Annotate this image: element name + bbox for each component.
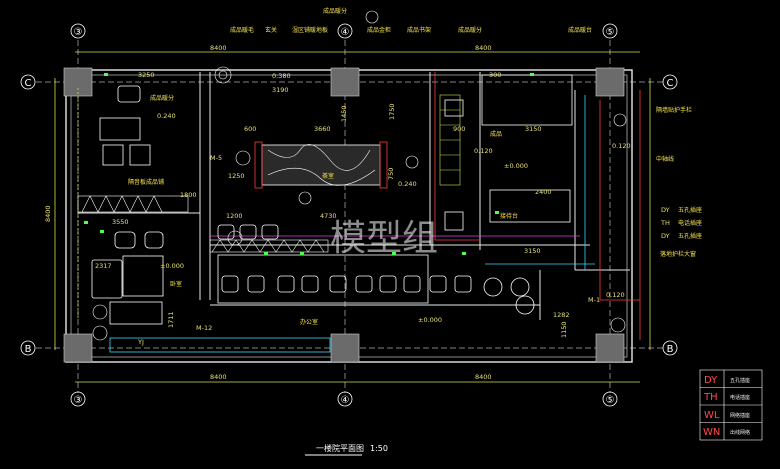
- room-tea: 茶室: [322, 172, 334, 180]
- floor-plan-svg: ③ ④ ⑤ ③ ④ ⑤ C B C B 8400 8400 8400 8400 …: [0, 0, 780, 465]
- right-code-labels: DY 五孔插座 TH 电话插座 DY 五孔插座: [660, 206, 702, 240]
- dimension-3660: 3660: [314, 125, 331, 133]
- grid-label: ④: [341, 27, 350, 38]
- dimension-2317: 2317: [95, 262, 112, 270]
- right-desc-1: 五孔插座: [678, 206, 702, 214]
- room-reception: 接待台: [500, 212, 518, 220]
- level-0120-a: 0.120: [612, 142, 631, 150]
- note-right-1: 隔墙贴护手栏: [656, 106, 692, 114]
- dimension-bottom-right: 8400: [475, 373, 492, 381]
- cad-floor-plan: ③ ④ ⑤ ③ ④ ⑤ C B C B 8400 8400 8400 8400 …: [0, 0, 780, 465]
- note-top-2: 玄关: [265, 26, 277, 34]
- dimension-left: 8400: [44, 205, 52, 222]
- legend-desc-4: 出线网络: [730, 429, 750, 436]
- note-top-6: 成品书架: [407, 26, 431, 34]
- legend-desc-1: 五孔插座: [730, 377, 750, 384]
- dimension-900: 900: [453, 125, 465, 133]
- right-code-1: DY: [661, 206, 670, 214]
- note-top-4: 成品暖分: [323, 7, 347, 15]
- legend-desc-2: 电话插座: [730, 394, 750, 401]
- note-left-3: 卧室: [170, 280, 182, 288]
- right-desc-2: 电话插座: [678, 219, 702, 227]
- dimension-1750: 1750: [388, 103, 396, 120]
- right-code-2: TH: [660, 219, 670, 227]
- note-left-1: 成品暖分: [150, 94, 174, 102]
- level-0240-a: 0.240: [157, 112, 176, 120]
- dimension-2400: 2400: [535, 188, 552, 196]
- note-right-3: 落地护栏大窗: [660, 250, 696, 258]
- level-0000-a: ±0.000: [504, 162, 528, 170]
- grid-label: ⑤: [606, 27, 615, 38]
- note-left-2: 隔音板成品铺: [128, 178, 164, 186]
- tag-yj: YJ: [137, 338, 144, 346]
- door-tag-m1: M-1: [588, 296, 600, 304]
- dimension-3190: 3190: [272, 86, 289, 94]
- dimension-1150: 1150: [560, 321, 568, 338]
- right-desc-3: 五孔插座: [678, 232, 702, 240]
- legend-code-1: DY: [704, 375, 718, 386]
- dimension-3550: 3550: [112, 218, 129, 226]
- note-top-1: 成品暖毛: [230, 26, 254, 34]
- legend-code-4: WN: [703, 427, 720, 438]
- dimension-1250: 1250: [228, 172, 245, 180]
- legend-code-3: WL: [704, 410, 720, 421]
- dimension-3150-top: 3150: [525, 125, 542, 133]
- door-tag-m12: M-12: [196, 324, 212, 332]
- level-0240-b: 0.240: [398, 180, 417, 188]
- grid-label: ③: [74, 395, 83, 406]
- watermark-text: 模型组: [330, 218, 438, 259]
- dimension-bottom-left: 8400: [210, 373, 227, 381]
- grid-label: ④: [341, 395, 350, 406]
- dimension-1711: 1711: [167, 311, 175, 328]
- right-code-3: DY: [661, 232, 670, 240]
- tea-table: [254, 141, 388, 189]
- level-0000-b: ±0.000: [160, 262, 184, 270]
- dimension-top-left: 8400: [210, 44, 227, 52]
- legend-desc-3: 网络插座: [730, 412, 750, 419]
- level-0000-c: ±0.000: [418, 316, 442, 324]
- grid-label: B: [25, 344, 32, 355]
- dimension-1450: 1450: [340, 105, 348, 122]
- legend-code-2: TH: [703, 392, 718, 403]
- drawing-title: 一楼院平面图: [316, 443, 364, 453]
- drawing-scale: 1:50: [370, 444, 388, 453]
- level-0120-b: 0.120: [474, 147, 493, 155]
- level-0120-c: 0.120: [606, 291, 625, 299]
- grid-label: B: [667, 344, 674, 355]
- grid-label: C: [667, 78, 674, 89]
- note-top-7: 成品暖分: [458, 26, 482, 34]
- dimension-3150-bottom: 3150: [524, 247, 541, 255]
- grid-label: ③: [74, 27, 83, 38]
- note-top-3: 湿区铺暖地板: [292, 26, 328, 34]
- level-0380: 0.380: [272, 72, 291, 80]
- note-right-2: 中轴线: [656, 155, 674, 163]
- dimension-300: 300: [489, 71, 501, 79]
- note-top-8: 成品暖台: [568, 26, 592, 34]
- dimension-top-right: 8400: [475, 44, 492, 52]
- grid-label: C: [25, 78, 32, 89]
- room-office: 办公室: [300, 318, 318, 326]
- dimension-1800: 1800: [180, 191, 197, 199]
- dimension-600: 600: [244, 125, 256, 133]
- dimension-1200: 1200: [226, 212, 243, 220]
- dimension-750: 750: [387, 168, 395, 180]
- grid-label: ⑤: [606, 395, 615, 406]
- dimension-3250: 3250: [138, 71, 155, 79]
- door-tag-m5: M-5: [210, 154, 222, 162]
- note-top-5: 成品金柜: [367, 26, 391, 34]
- room-school: 成品: [490, 130, 502, 138]
- dimension-1282: 1282: [553, 311, 570, 319]
